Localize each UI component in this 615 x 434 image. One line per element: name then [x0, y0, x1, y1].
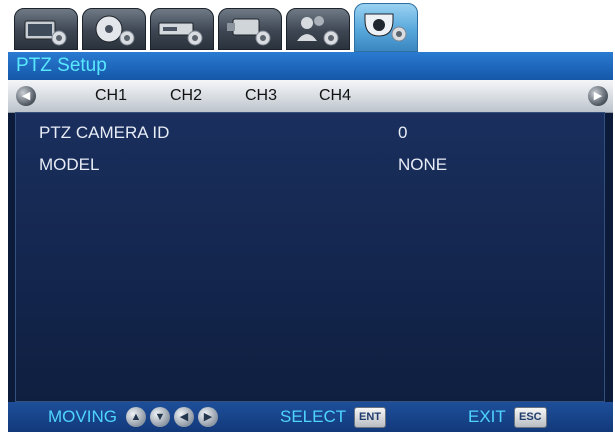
ptz-settings-icon: [364, 13, 407, 42]
esc-key-icon: ESC: [514, 407, 547, 428]
chevron-right-icon: ▶: [593, 90, 603, 102]
tab-display[interactable]: [14, 8, 78, 50]
ptz-setup-window: PTZ Setup ◀ CH1 CH2 CH3 CH4 ▶ PTZ CAMERA…: [8, 52, 613, 432]
monitor-settings-icon: [24, 20, 67, 46]
model-value[interactable]: NONE: [398, 155, 447, 175]
tab-camera[interactable]: [218, 8, 282, 50]
tab-users[interactable]: [286, 8, 350, 50]
users-settings-icon: [297, 16, 339, 46]
settings-panel: PTZ CAMERA ID 0 MODEL NONE: [15, 112, 605, 402]
channel-next-button[interactable]: ▶: [588, 86, 608, 106]
channel-tab-ch3[interactable]: CH3: [245, 80, 277, 112]
help-bar: MOVING ▲ ▼ ◀ ▶ SELECT ENT EXIT ESC: [8, 402, 613, 432]
model-label: MODEL: [39, 155, 100, 174]
arrow-right-icon: ▶: [198, 407, 218, 427]
arrow-left-icon: ◀: [174, 407, 194, 427]
recorder-settings-icon: [158, 22, 203, 46]
ent-key-icon: ENT: [354, 407, 386, 428]
channel-bar: ◀ CH1 CH2 CH3 CH4 ▶: [8, 80, 613, 113]
menu-tabs: [14, 3, 614, 55]
channel-tab-ch4[interactable]: CH4: [319, 80, 351, 112]
ptz-camera-id-label: PTZ CAMERA ID: [39, 123, 170, 142]
channel-tab-ch1[interactable]: CH1: [95, 80, 127, 112]
tab-record[interactable]: [150, 8, 214, 50]
channel-prev-button[interactable]: ◀: [16, 86, 36, 106]
window-title: PTZ Setup: [8, 52, 613, 80]
moving-label: MOVING: [48, 407, 117, 426]
exit-label: EXIT: [468, 407, 506, 426]
tab-storage[interactable]: [82, 8, 146, 50]
select-label: SELECT: [280, 407, 347, 426]
disc-settings-icon: [95, 15, 135, 46]
arrow-down-icon: ▼: [150, 407, 170, 427]
arrow-up-icon: ▲: [126, 407, 146, 427]
tab-ptz[interactable]: [354, 3, 418, 52]
camera-settings-icon: [227, 18, 271, 46]
ptz-camera-id-value[interactable]: 0: [398, 123, 407, 143]
chevron-left-icon: ◀: [21, 90, 31, 102]
channel-tab-ch2[interactable]: CH2: [170, 80, 202, 112]
